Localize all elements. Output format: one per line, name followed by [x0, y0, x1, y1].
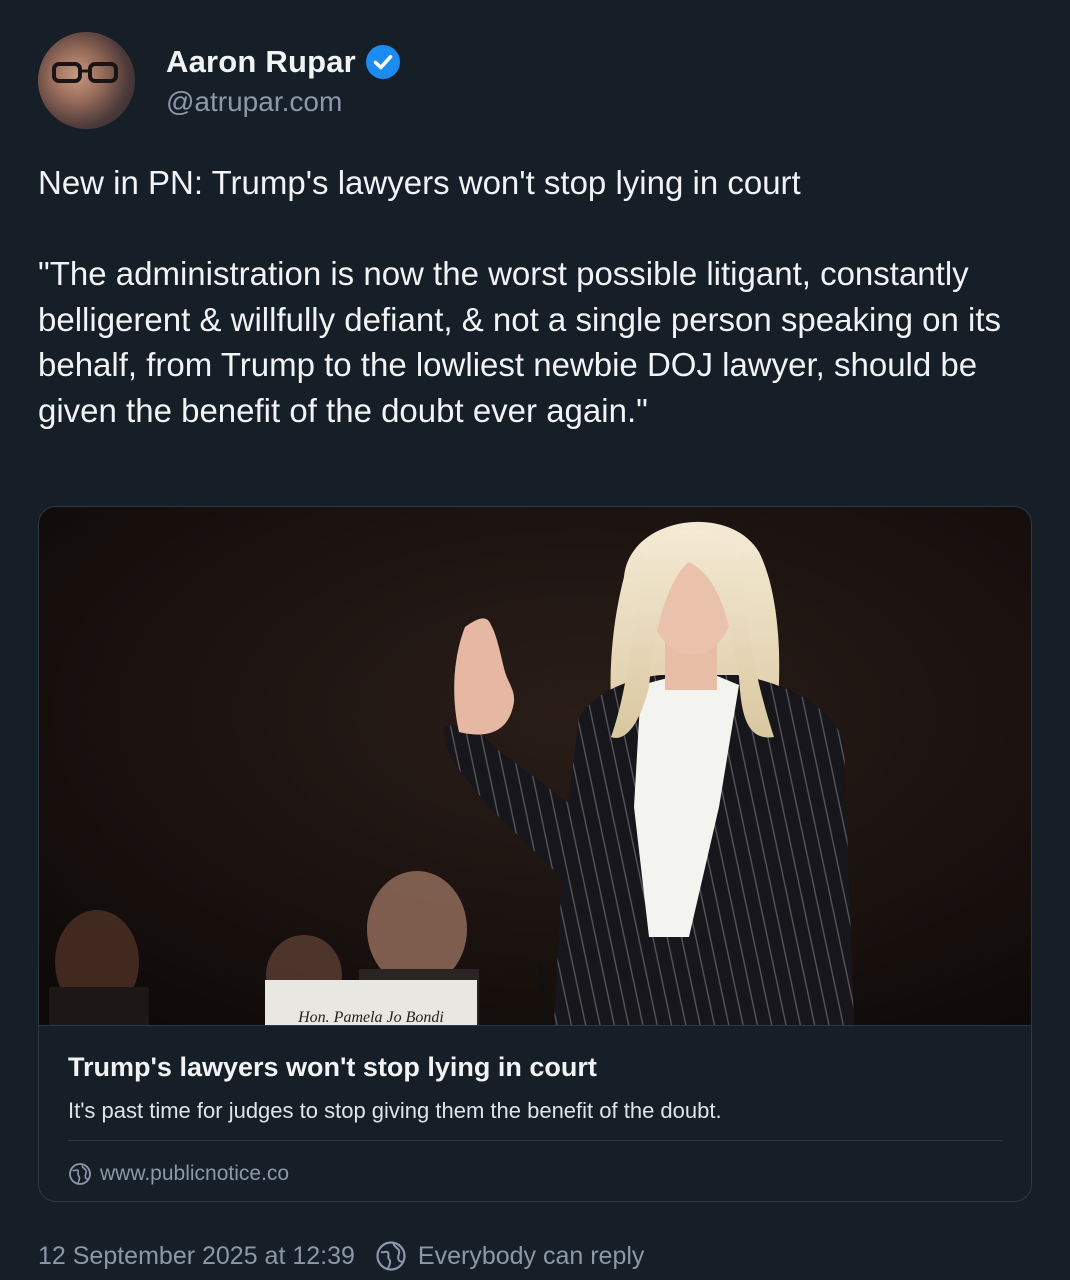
placard-text: Hon. Pamela Jo Bondi [297, 1009, 444, 1025]
link-card[interactable]: Hon. Pamela Jo Bondi Trump's lawyers won… [38, 506, 1032, 1202]
post-timestamp[interactable]: 12 September 2025 at 12:39 [38, 1242, 355, 1271]
author-handle[interactable]: @atrupar.com [166, 86, 401, 118]
reply-setting-label[interactable]: Everybody can reply [418, 1242, 645, 1271]
post-footer: 12 September 2025 at 12:39 Everybody can… [38, 1240, 644, 1272]
post-header: Aaron Rupar @atrupar.com [38, 32, 401, 129]
avatar[interactable] [38, 32, 135, 129]
reply-settings-icon [376, 1241, 406, 1271]
link-card-description: It's past time for judges to stop giving… [68, 1098, 722, 1123]
divider [68, 1140, 1002, 1141]
link-card-image[interactable]: Hon. Pamela Jo Bondi [39, 507, 1031, 1025]
author-names: Aaron Rupar @atrupar.com [166, 44, 401, 118]
link-card-title[interactable]: Trump's lawyers won't stop lying in cour… [68, 1052, 597, 1083]
author-display-name[interactable]: Aaron Rupar [166, 44, 356, 80]
link-card-body: Trump's lawyers won't stop lying in cour… [39, 1025, 1031, 1201]
display-name-row: Aaron Rupar [166, 44, 401, 80]
post-text: New in PN: Trump's lawyers won't stop ly… [38, 164, 1002, 429]
verified-badge-icon [365, 44, 400, 79]
glasses-shape [52, 62, 118, 83]
link-card-domain-text: www.publicnotice.co [100, 1162, 290, 1185]
link-card-domain[interactable]: www.publicnotice.co [68, 1162, 289, 1186]
globe-icon [69, 1163, 91, 1185]
